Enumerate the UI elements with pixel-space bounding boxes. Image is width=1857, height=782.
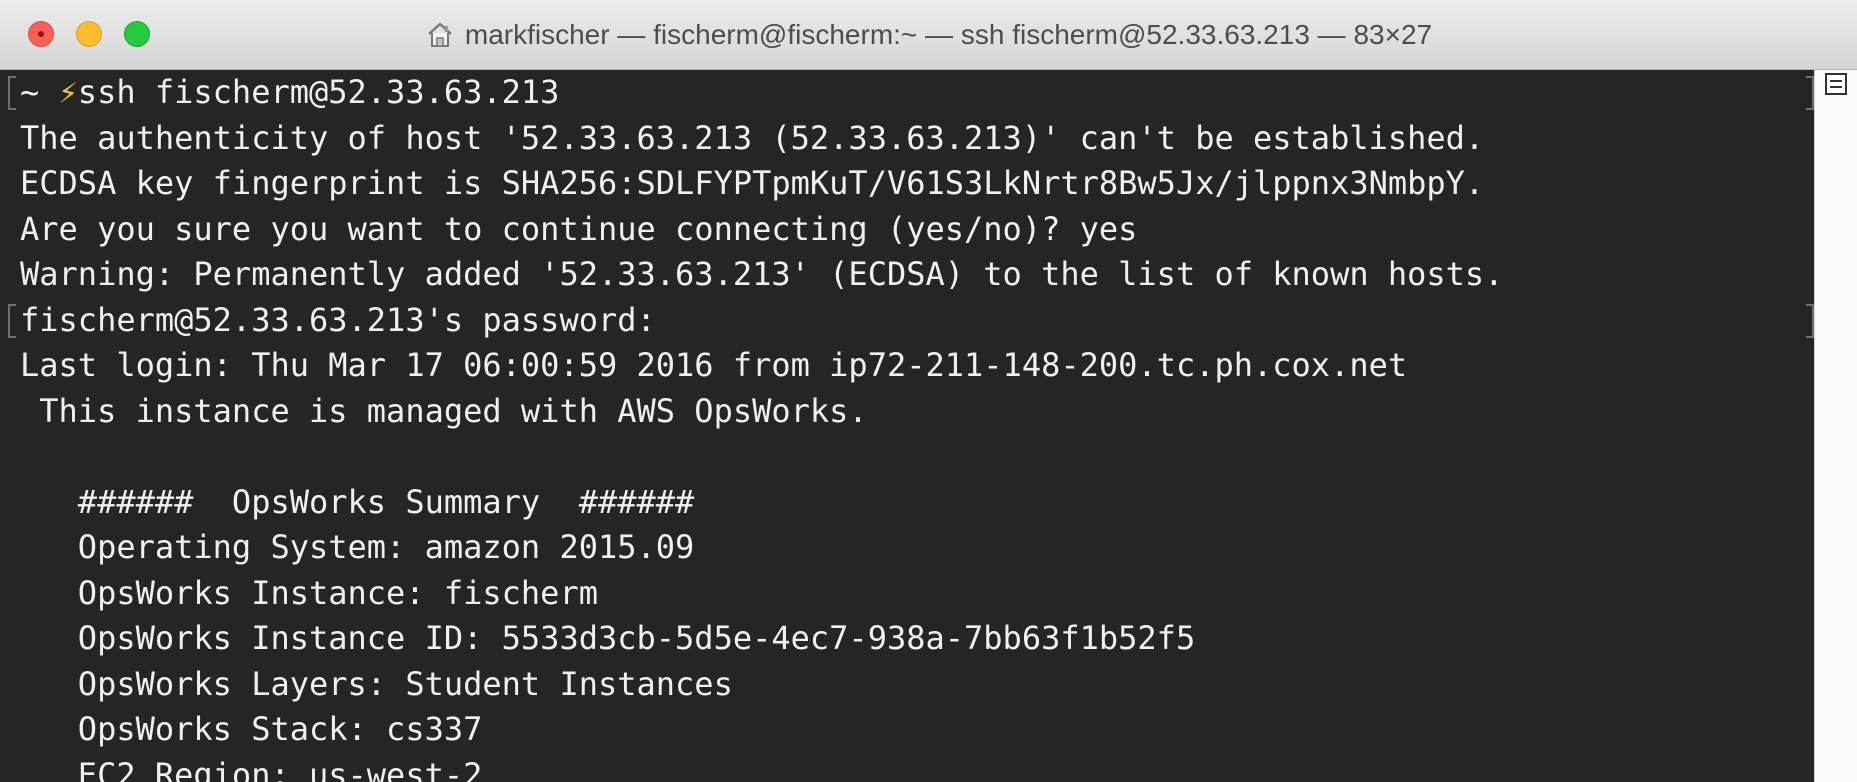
terminal-content[interactable]: ~ ⚡ssh fischerm@52.33.63.213 The authenti…: [0, 70, 1814, 782]
terminal-line: OpsWorks Instance: fischerm: [20, 573, 598, 612]
terminal-scrollbar[interactable]: [1814, 70, 1857, 782]
terminal-window: markfischer — fischerm@fischerm:~ — ssh …: [0, 0, 1857, 782]
terminal-line: ~ ⚡ssh fischerm@52.33.63.213: [20, 70, 1503, 116]
terminal-line: OpsWorks Instance ID: 5533d3cb-5d5e-4ec7…: [20, 619, 1196, 657]
terminal-output[interactable]: ~ ⚡ssh fischerm@52.33.63.213 The authenti…: [20, 70, 1503, 782]
terminal-line: The authenticity of host '52.33.63.213 (…: [20, 118, 1485, 157]
terminal-line: ###### OpsWorks Summary ######: [20, 482, 695, 521]
mark-bracket-icon: [1806, 304, 1814, 338]
terminal-line: This instance is managed with AWS OpsWor…: [20, 391, 868, 430]
lightning-icon: ⚡: [58, 73, 78, 111]
window-titlebar[interactable]: markfischer — fischerm@fischerm:~ — ssh …: [0, 0, 1857, 70]
mark-bracket-icon: [1806, 76, 1814, 110]
window-title: markfischer — fischerm@fischerm:~ — ssh …: [464, 19, 1433, 50]
prompt-path: ~: [20, 73, 59, 111]
house-icon: [428, 22, 452, 47]
terminal-line: ECDSA key fingerprint is SHA256:SDLFYPTp…: [20, 164, 1485, 202]
mark-bracket-icon: [8, 76, 16, 110]
terminal-line: Warning: Permanently added '52.33.63.213…: [20, 255, 1504, 293]
terminal-line: OpsWorks Stack: cs337: [20, 710, 483, 748]
window-title-area: markfischer — fischerm@fischerm:~ — ssh …: [0, 0, 1857, 70]
terminal-line: Are you sure you want to continue connec…: [20, 209, 1138, 248]
terminal-line: EC2 Region: us-west-2: [20, 755, 483, 782]
terminal-line: Operating System: amazon 2015.09: [20, 528, 695, 566]
terminal-line: fischerm@52.33.63.213's password:: [20, 300, 656, 339]
terminal-line: Last login: Thu Mar 17 06:00:59 2016 fro…: [20, 346, 1408, 384]
mark-bracket-icon: [8, 304, 16, 338]
split-pane-icon[interactable]: [1825, 73, 1847, 95]
ssh-command: ssh fischerm@52.33.63.213: [77, 73, 560, 111]
terminal-line: OpsWorks Layers: Student Instances: [20, 664, 733, 703]
